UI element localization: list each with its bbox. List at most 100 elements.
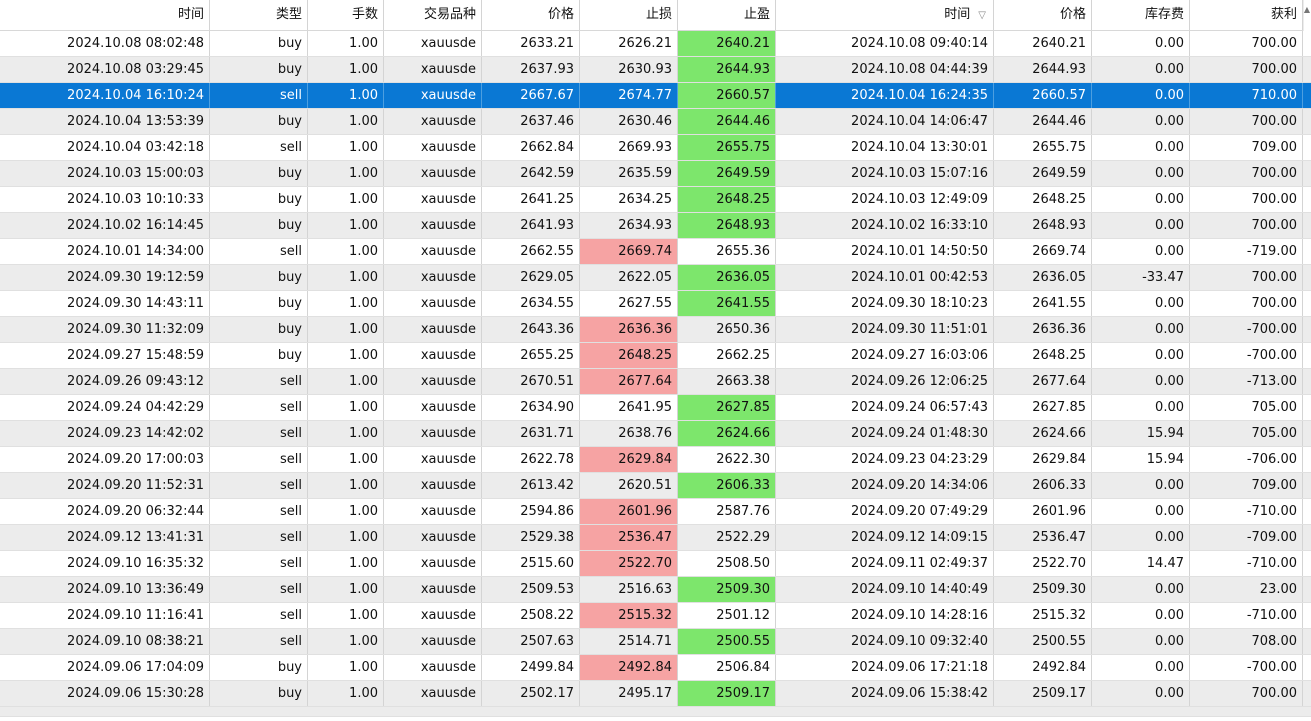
cell-close-time: 2024.09.27 16:03:06: [776, 343, 994, 368]
cell-close-price: 2636.36: [994, 317, 1092, 342]
header-close-time-label: 时间: [944, 7, 971, 22]
table-row[interactable]: 2024.09.24 04:42:29 sell 1.00 xauusde 2634.9…: [0, 395, 1311, 421]
table-header: 时间 类型 手数 交易品种 价格 止损 止盈 时间 ▽ 价格 库存费 获利: [0, 0, 1311, 31]
table-row[interactable]: 2024.10.03 15:00:03 buy 1.00 xauusde 2642.59…: [0, 161, 1311, 187]
cell-stop-loss: 2634.25: [580, 187, 678, 212]
header-close-time[interactable]: 时间 ▽: [776, 0, 994, 30]
header-take-profit-label: 止盈: [743, 7, 770, 22]
cell-stop-loss: 2629.84: [580, 447, 678, 472]
cell-swap: 0.00: [1092, 83, 1190, 108]
cell-symbol: xauusde: [384, 135, 482, 160]
table-row[interactable]: 2024.09.20 17:00:03 sell 1.00 xauusde 2622.7…: [0, 447, 1311, 473]
cell-take-profit: 2641.55: [678, 291, 776, 316]
cell-type: buy: [210, 265, 308, 290]
header-stop-loss[interactable]: 止损: [580, 0, 678, 30]
cell-volume: 1.00: [308, 135, 384, 160]
table-row[interactable]: 2024.09.10 16:35:32 sell 1.00 xauusde 2515.6…: [0, 551, 1311, 577]
table-row-selected[interactable]: 2024.10.04 16:10:24 sell 1.00 xauusde 2667.6…: [0, 83, 1311, 109]
table-row[interactable]: 2024.10.08 08:02:48 buy 1.00 xauusde 2633.21…: [0, 31, 1311, 57]
cell-swap: 0.00: [1092, 473, 1190, 498]
cell-volume: 1.00: [308, 603, 384, 628]
cell-type: sell: [210, 239, 308, 264]
cell-symbol: xauusde: [384, 681, 482, 706]
cell-swap: 0.00: [1092, 291, 1190, 316]
cell-type: buy: [210, 161, 308, 186]
header-open-price[interactable]: 价格: [482, 0, 580, 30]
cell-open-price: 2499.84: [482, 655, 580, 680]
cell-profit: 709.00: [1190, 473, 1303, 498]
table-row[interactable]: 2024.10.04 03:42:18 sell 1.00 xauusde 2662.8…: [0, 135, 1311, 161]
cell-profit: 700.00: [1190, 265, 1303, 290]
cell-type: buy: [210, 187, 308, 212]
table-row[interactable]: 2024.10.04 13:53:39 buy 1.00 xauusde 2637.46…: [0, 109, 1311, 135]
cell-profit: 700.00: [1190, 213, 1303, 238]
header-profit[interactable]: 获利: [1190, 0, 1303, 30]
header-type[interactable]: 类型: [210, 0, 308, 30]
table-row[interactable]: 2024.10.01 14:34:00 sell 1.00 xauusde 2662.5…: [0, 239, 1311, 265]
table-row[interactable]: 2024.09.10 08:38:21 sell 1.00 xauusde 2507.6…: [0, 629, 1311, 655]
cell-open-time: 2024.09.20 06:32:44: [0, 499, 210, 524]
table-row[interactable]: 2024.10.03 10:10:33 buy 1.00 xauusde 2641.25…: [0, 187, 1311, 213]
cell-close-price: 2509.30: [994, 577, 1092, 602]
table-row[interactable]: 2024.09.27 15:48:59 buy 1.00 xauusde 2655.25…: [0, 343, 1311, 369]
cell-open-time: 2024.10.08 03:29:45: [0, 57, 210, 82]
table-row[interactable]: 2024.09.30 14:43:11 buy 1.00 xauusde 2634.55…: [0, 291, 1311, 317]
header-symbol[interactable]: 交易品种: [384, 0, 482, 30]
table-row[interactable]: 2024.09.06 15:30:28 buy 1.00 xauusde 2502.17…: [0, 681, 1311, 707]
cell-take-profit: 2508.50: [678, 551, 776, 576]
table-row[interactable]: 2024.09.23 14:42:02 sell 1.00 xauusde 2631.7…: [0, 421, 1311, 447]
cell-profit: -710.00: [1190, 603, 1303, 628]
cell-open-price: 2515.60: [482, 551, 580, 576]
cell-stop-loss: 2536.47: [580, 525, 678, 550]
vertical-scrollbar[interactable]: ▲: [1303, 0, 1311, 31]
cell-stop-loss: 2677.64: [580, 369, 678, 394]
header-swap[interactable]: 库存费: [1092, 0, 1190, 30]
cell-close-time: 2024.09.26 12:06:25: [776, 369, 994, 394]
table-row[interactable]: 2024.09.30 11:32:09 buy 1.00 xauusde 2643.36…: [0, 317, 1311, 343]
cell-volume: 1.00: [308, 629, 384, 654]
table-row[interactable]: 2024.10.02 16:14:45 buy 1.00 xauusde 2641.93…: [0, 213, 1311, 239]
cell-take-profit: 2622.30: [678, 447, 776, 472]
header-volume[interactable]: 手数: [308, 0, 384, 30]
cell-type: buy: [210, 109, 308, 134]
header-take-profit[interactable]: 止盈: [678, 0, 776, 30]
header-open-time[interactable]: 时间: [0, 0, 210, 30]
sort-descending-icon[interactable]: ▽: [978, 1, 986, 30]
cell-open-price: 2629.05: [482, 265, 580, 290]
header-close-price[interactable]: 价格: [994, 0, 1092, 30]
table-row[interactable]: 2024.09.10 11:16:41 sell 1.00 xauusde 2508.2…: [0, 603, 1311, 629]
cell-volume: 1.00: [308, 369, 384, 394]
table-row[interactable]: 2024.09.20 06:32:44 sell 1.00 xauusde 2594.8…: [0, 499, 1311, 525]
cell-close-price: 2648.93: [994, 213, 1092, 238]
cell-take-profit: 2636.05: [678, 265, 776, 290]
table-row[interactable]: 2024.09.30 19:12:59 buy 1.00 xauusde 2629.05…: [0, 265, 1311, 291]
cell-close-time: 2024.09.20 07:49:29: [776, 499, 994, 524]
table-row[interactable]: 2024.09.12 13:41:31 sell 1.00 xauusde 2529.3…: [0, 525, 1311, 551]
scroll-up-arrow-icon[interactable]: ▲: [1304, 6, 1310, 14]
cell-symbol: xauusde: [384, 369, 482, 394]
cell-swap: 0.00: [1092, 499, 1190, 524]
table-row[interactable]: 2024.09.26 09:43:12 sell 1.00 xauusde 2670.5…: [0, 369, 1311, 395]
table-row-partial[interactable]: [0, 707, 1311, 717]
header-stop-loss-label: 止损: [645, 7, 672, 22]
cell-profit: -710.00: [1190, 499, 1303, 524]
cell-profit: -710.00: [1190, 551, 1303, 576]
cell-profit: 700.00: [1190, 109, 1303, 134]
table-row[interactable]: 2024.09.06 17:04:09 buy 1.00 xauusde 2499.84…: [0, 655, 1311, 681]
cell-close-time: 2024.09.12 14:09:15: [776, 525, 994, 550]
cell-stop-loss: 2601.96: [580, 499, 678, 524]
table-row[interactable]: 2024.09.20 11:52:31 sell 1.00 xauusde 2613.4…: [0, 473, 1311, 499]
cell-close-price: 2648.25: [994, 187, 1092, 212]
cell-volume: 1.00: [308, 421, 384, 446]
cell-volume: 1.00: [308, 239, 384, 264]
cell-profit: -700.00: [1190, 655, 1303, 680]
cell-volume: 1.00: [308, 213, 384, 238]
trade-history-table[interactable]: 时间 类型 手数 交易品种 价格 止损 止盈 时间 ▽ 价格 库存费 获利 2024.10.08 08…: [0, 0, 1311, 721]
table-row[interactable]: 2024.10.08 03:29:45 buy 1.00 xauusde 2637.93…: [0, 57, 1311, 83]
table-row[interactable]: 2024.09.10 13:36:49 sell 1.00 xauusde 2509.5…: [0, 577, 1311, 603]
cell-volume: 1.00: [308, 161, 384, 186]
cell-close-price: 2636.05: [994, 265, 1092, 290]
cell-close-price: 2641.55: [994, 291, 1092, 316]
cell-type: buy: [210, 291, 308, 316]
cell-open-time: 2024.10.01 14:34:00: [0, 239, 210, 264]
